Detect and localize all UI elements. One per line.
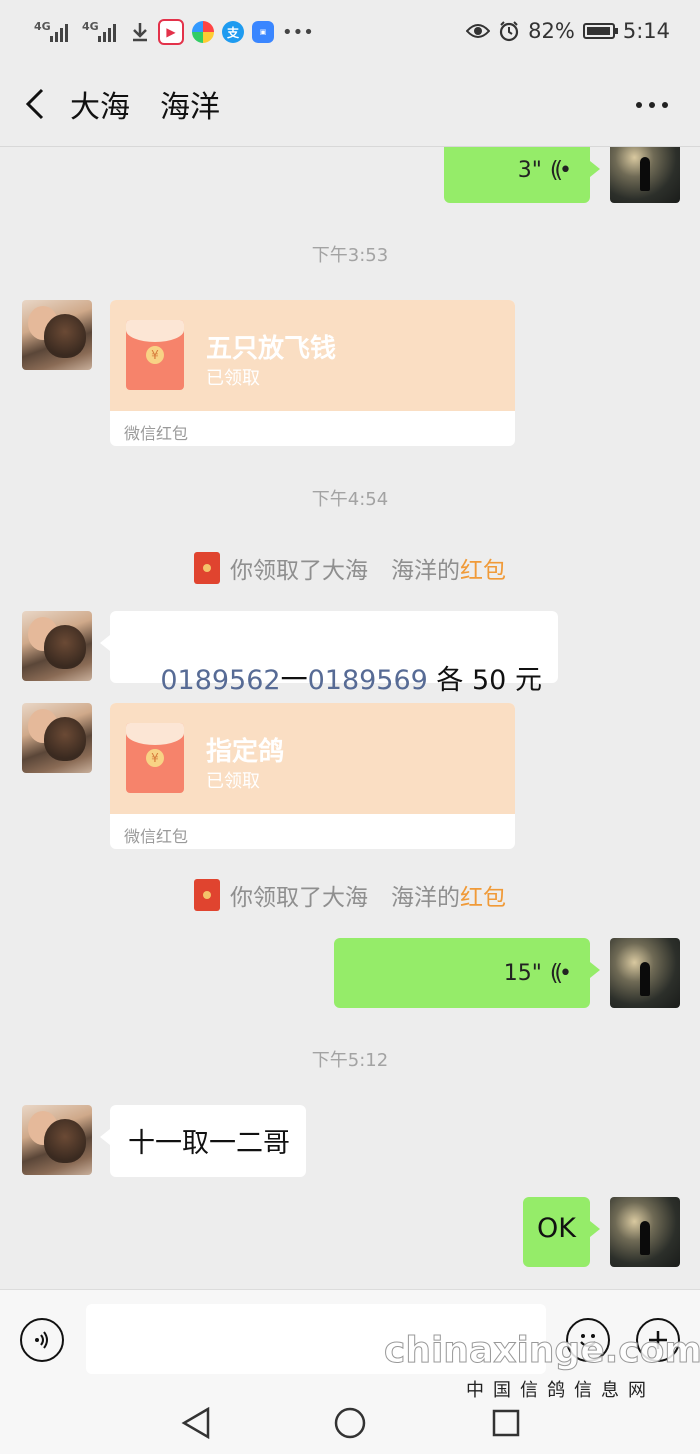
back-arrow-icon[interactable] bbox=[22, 86, 52, 122]
chat-header: 大海 海洋 bbox=[0, 62, 700, 147]
chat-title: 大海 海洋 bbox=[70, 90, 220, 125]
red-packet-status: 已领取 bbox=[206, 771, 260, 792]
square-recents-icon bbox=[492, 1409, 520, 1437]
voice-input-button[interactable] bbox=[20, 1318, 64, 1362]
network-label: 4G bbox=[82, 20, 99, 33]
voice-wave-icon: ((• bbox=[549, 960, 572, 986]
red-packet-link[interactable]: 红包 bbox=[460, 551, 506, 585]
my-avatar[interactable] bbox=[610, 1197, 680, 1267]
message-timestamp: 下午5:12 bbox=[311, 1050, 389, 1071]
number-link[interactable]: 0189562 bbox=[160, 665, 280, 696]
red-envelope-icon: ¥ bbox=[126, 320, 184, 390]
voice-message[interactable]: 3" ((• bbox=[444, 147, 600, 203]
signal-icon: 4G bbox=[34, 19, 74, 45]
red-packet-message[interactable]: ¥ 指定鸽 已领取 微信红包 bbox=[110, 703, 515, 849]
message-timestamp: 下午4:54 bbox=[311, 489, 389, 510]
status-right: 82% 5:14 bbox=[466, 16, 670, 46]
contact-avatar[interactable] bbox=[22, 1105, 92, 1175]
nav-back-button[interactable] bbox=[176, 1403, 216, 1443]
message-text: 十一取一二哥 bbox=[128, 1128, 290, 1159]
more-notifications-icon: ••• bbox=[282, 21, 314, 43]
app-icon: ▣ bbox=[252, 21, 274, 43]
eye-icon bbox=[466, 24, 491, 38]
text-suffix: 各 50 元 bbox=[427, 665, 542, 696]
red-packet-footer: 微信红包 bbox=[124, 424, 189, 443]
voice-duration: 15" bbox=[503, 960, 542, 986]
alipay-icon: 支 bbox=[222, 21, 244, 43]
circle-home-icon bbox=[334, 1407, 366, 1439]
voice-icon bbox=[35, 1331, 48, 1349]
text-dash: 一 bbox=[280, 665, 308, 696]
contact-avatar[interactable] bbox=[22, 703, 92, 773]
voice-duration: 3" bbox=[517, 157, 542, 183]
message-timestamp: 下午3:53 bbox=[311, 245, 389, 266]
status-left: 4G 4G ▶ 支 ▣ ••• bbox=[34, 17, 314, 47]
red-packet-title: 指定鸽 bbox=[206, 737, 285, 767]
video-app-icon: ▶ bbox=[158, 19, 184, 45]
nav-recents-button[interactable] bbox=[486, 1403, 526, 1443]
text-message[interactable]: 0189562一0189569 各 50 元 bbox=[100, 611, 558, 696]
chat-history[interactable]: 3" ((• 下午3:53 ¥ 五只放飞钱 已领取 微信红包 下午4:54 你领… bbox=[0, 147, 700, 1289]
watermark-subtext: 中国信鸽信息网 bbox=[466, 1380, 655, 1401]
alarm-icon bbox=[500, 21, 519, 42]
red-packet-small-icon bbox=[194, 552, 220, 584]
contact-avatar[interactable] bbox=[22, 611, 92, 681]
text-message[interactable]: 十一取一二哥 bbox=[100, 1105, 306, 1177]
message-text: OK bbox=[537, 1213, 576, 1244]
battery-icon bbox=[582, 23, 618, 39]
my-avatar[interactable] bbox=[610, 147, 680, 203]
watermark-text: chinaxinge.com bbox=[384, 1330, 700, 1372]
red-packet-message[interactable]: ¥ 五只放飞钱 已领取 微信红包 bbox=[110, 300, 515, 446]
clock: 5:14 bbox=[622, 19, 670, 43]
download-icon bbox=[133, 23, 147, 42]
system-message: 你领取了大海 海洋的 红包 bbox=[0, 878, 700, 912]
battery-percent: 82% bbox=[528, 19, 575, 43]
system-message-text: 你领取了大海 海洋的 bbox=[230, 885, 460, 911]
red-packet-status: 已领取 bbox=[206, 368, 260, 389]
text-message[interactable]: OK bbox=[523, 1197, 600, 1267]
nav-home-button[interactable] bbox=[330, 1403, 370, 1443]
system-message: 你领取了大海 海洋的 红包 bbox=[0, 551, 700, 585]
browser-app-icon bbox=[192, 21, 214, 43]
red-packet-small-icon bbox=[194, 879, 220, 911]
more-options-icon[interactable] bbox=[636, 102, 668, 108]
number-link[interactable]: 0189569 bbox=[308, 665, 428, 696]
signal-icon: 4G bbox=[82, 19, 122, 45]
system-message-text: 你领取了大海 海洋的 bbox=[230, 558, 460, 584]
red-packet-title: 五只放飞钱 bbox=[206, 334, 337, 364]
voice-message[interactable]: 15" ((• bbox=[334, 938, 600, 1008]
red-packet-link[interactable]: 红包 bbox=[460, 878, 506, 912]
red-packet-footer: 微信红包 bbox=[124, 827, 189, 846]
triangle-back-icon bbox=[181, 1406, 210, 1440]
voice-wave-icon: ((• bbox=[549, 157, 572, 183]
my-avatar[interactable] bbox=[610, 938, 680, 1008]
network-label: 4G bbox=[34, 20, 51, 33]
status-bar: 4G 4G ▶ 支 ▣ ••• 82% 5:14 bbox=[0, 0, 700, 62]
red-envelope-icon: ¥ bbox=[126, 723, 184, 793]
contact-avatar[interactable] bbox=[22, 300, 92, 370]
